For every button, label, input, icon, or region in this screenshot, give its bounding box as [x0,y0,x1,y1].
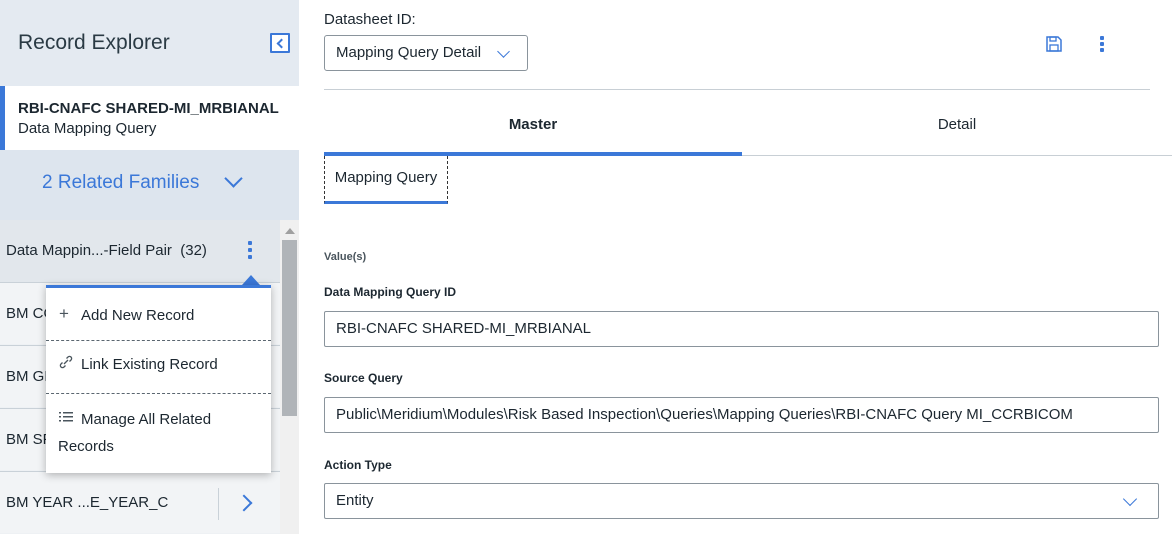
chevron-right-icon[interactable] [235,494,253,512]
collapse-left-icon[interactable] [270,33,290,53]
plus-icon: + [59,304,69,323]
explorer-header: Record Explorer [0,0,299,86]
list-scrollbar[interactable] [280,220,299,534]
record-id: RBI-CNAFC SHARED-MI_MRBIANAL [18,100,279,117]
menu-item-label: Manage All Related Records [58,411,212,455]
data-mapping-query-id-field[interactable]: RBI-CNAFC SHARED-MI_MRBIANAL [324,311,1159,347]
menu-item-add-new-record[interactable]: + Add New Record [46,304,271,340]
record-family: Data Mapping Query [18,120,157,137]
field-value: Public\Meridium\Modules\Risk Based Inspe… [336,406,1073,423]
scroll-thumb[interactable] [282,240,297,416]
section-label: Value(s) [324,251,367,263]
chevron-down-icon [1122,491,1138,507]
scroll-up-icon[interactable] [285,228,295,234]
datasheet-select[interactable]: Mapping Query Detail [324,35,528,71]
save-icon[interactable] [1045,35,1063,53]
action-type-select[interactable]: Entity [324,483,1159,519]
family-group-header[interactable]: Data Mappin...-Field Pair (32) [0,220,280,284]
tab-detail[interactable]: Detail [742,96,1172,156]
field-value: Entity [336,492,374,509]
tab-master[interactable]: Master [324,96,742,156]
datasheet-label: Datasheet ID: [324,11,416,28]
related-families-toggle[interactable]: 2 Related Families [0,150,299,220]
menu-item-label: Link Existing Record [81,356,218,373]
link-icon [59,355,73,372]
header-divider [324,89,1150,90]
field-value: RBI-CNAFC SHARED-MI_MRBIANAL [336,320,592,337]
menu-item-manage-all-related-records[interactable]: Manage All Related Records [46,393,271,473]
explorer-title: Record Explorer [18,31,170,54]
subtab-mapping-query[interactable]: Mapping Query [324,156,448,204]
more-options-icon[interactable] [1098,35,1106,53]
source-query-field[interactable]: Public\Meridium\Modules\Risk Based Inspe… [324,397,1159,433]
family-options-menu: + Add New Record Link Existing Record Ma… [46,285,271,473]
family-group-count: (32) [180,242,207,259]
current-record-card[interactable]: RBI-CNAFC SHARED-MI_MRBIANAL Data Mappin… [0,86,299,150]
family-options-icon[interactable] [244,240,256,260]
chevron-down-icon [497,45,510,58]
related-families-label: 2 Related Families [42,172,200,193]
field-label: Data Mapping Query ID [324,285,457,299]
menu-item-label: Add New Record [81,307,195,324]
field-label: Action Type [324,458,392,472]
popup-arrow [242,275,260,285]
list-item[interactable]: BM YEAR ...E_YEAR_C [0,471,280,533]
chevron-down-icon [224,169,243,188]
datasheet-selected-value: Mapping Query Detail [336,44,482,61]
row-divider [218,488,219,520]
menu-item-link-existing-record[interactable]: Link Existing Record [46,340,271,393]
family-group-label: Data Mappin...-Field Pair (32) [6,242,207,259]
list-item-label: BM YEAR ...E_YEAR_C [6,494,169,511]
selected-accent [0,86,5,150]
field-label: Source Query [324,371,403,385]
family-group-name: Data Mappin...-Field Pair [6,242,172,259]
